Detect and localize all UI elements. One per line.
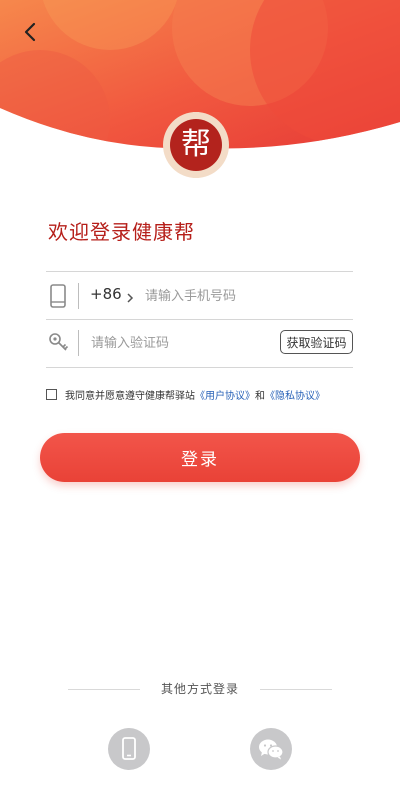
agreement-row: 我同意并愿意遵守健康帮驿站 《用户协议》 和 《隐私协议》 bbox=[46, 387, 325, 402]
agreement-checkbox[interactable] bbox=[46, 389, 57, 400]
divider-middle bbox=[46, 319, 353, 320]
logo-mark: 帮 bbox=[170, 119, 222, 171]
wechat-login-button[interactable] bbox=[250, 728, 292, 770]
other-login-title: 其他方式登录 bbox=[160, 682, 239, 696]
privacy-agreement-link[interactable]: 《隐私协议》 bbox=[265, 387, 325, 402]
chevron-left-icon bbox=[24, 22, 36, 42]
code-separator bbox=[78, 330, 79, 356]
agreement-text: 我同意并愿意遵守健康帮驿站 bbox=[65, 391, 195, 402]
back-button[interactable] bbox=[14, 16, 46, 48]
verification-code-input[interactable] bbox=[91, 334, 271, 352]
login-button[interactable]: 登录 bbox=[40, 433, 360, 482]
other-login-divider-right bbox=[260, 689, 332, 690]
welcome-title: 欢迎登录健康帮 bbox=[48, 220, 195, 244]
divider-top bbox=[46, 271, 353, 272]
get-code-button[interactable]: 获取验证码 bbox=[280, 330, 353, 354]
chevron-right-icon[interactable] bbox=[125, 289, 135, 303]
phone-input[interactable] bbox=[145, 287, 345, 305]
app-logo: 帮 bbox=[163, 112, 229, 178]
country-code[interactable]: +86 bbox=[90, 285, 122, 303]
phone-separator bbox=[78, 283, 79, 309]
user-agreement-link[interactable]: 《用户协议》 bbox=[195, 387, 255, 402]
mobile-icon bbox=[122, 737, 136, 760]
phone-icon bbox=[47, 283, 69, 309]
phone-login-button[interactable] bbox=[108, 728, 150, 770]
wechat-icon bbox=[259, 739, 284, 760]
divider-bottom bbox=[46, 367, 353, 368]
key-icon bbox=[47, 330, 69, 356]
agreement-and: 和 bbox=[255, 391, 265, 402]
